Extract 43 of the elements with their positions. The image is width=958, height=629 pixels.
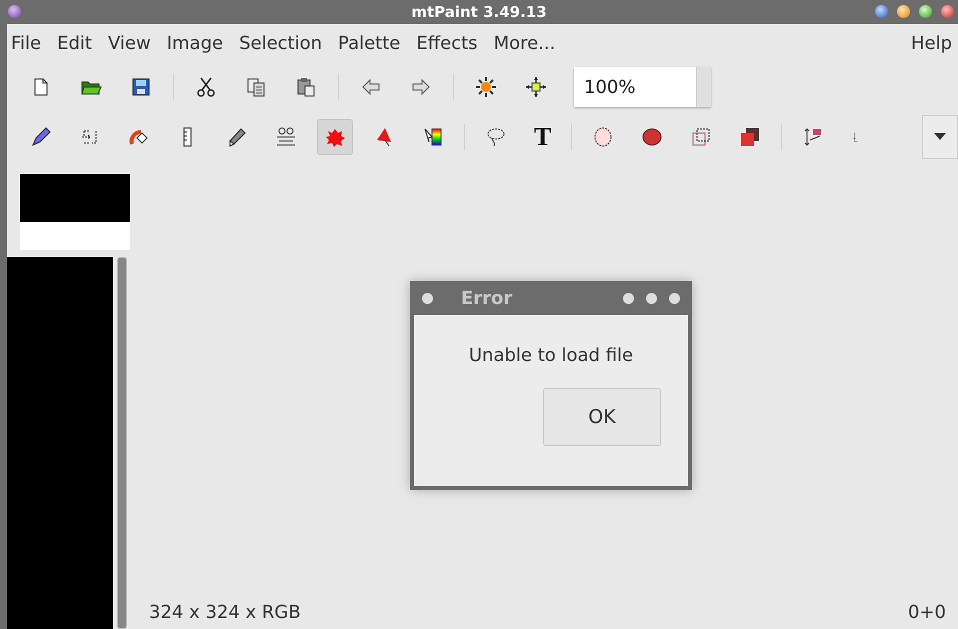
menu-item[interactable]: Image <box>166 32 224 54</box>
minimize-icon[interactable] <box>623 292 634 304</box>
sun-icon[interactable] <box>475 76 497 98</box>
maximize-icon[interactable] <box>646 292 657 304</box>
menu-item[interactable]: Effects <box>416 32 478 54</box>
paste-icon[interactable] <box>295 76 317 98</box>
menu-item[interactable]: More... <box>494 32 556 54</box>
four-arrows-icon[interactable] <box>525 76 547 98</box>
maximize-icon[interactable] <box>919 5 932 18</box>
left-arrow-icon[interactable] <box>360 76 382 98</box>
dialog-title: Error <box>461 288 512 308</box>
window-menu-icon[interactable] <box>422 292 433 304</box>
image-info: 324 x 324 x RGB <box>149 602 301 623</box>
minimize-icon[interactable] <box>897 5 910 18</box>
menu-item[interactable]: View <box>108 32 151 54</box>
ellipse-filled-icon[interactable] <box>641 126 664 148</box>
window-title: mtPaint 3.49.13 <box>411 3 547 21</box>
square-filled-icon[interactable] <box>739 126 762 148</box>
caret-icon <box>934 133 946 141</box>
right-arrow-icon[interactable] <box>410 76 432 98</box>
menu-item[interactable]: Edit <box>57 32 92 54</box>
window-menu-icon[interactable] <box>8 5 21 18</box>
scrollbar[interactable] <box>117 257 127 629</box>
ok-button[interactable]: OK <box>543 388 661 446</box>
scissors-icon[interactable] <box>195 76 217 98</box>
lasso-icon[interactable] <box>485 126 507 148</box>
gradient-icon[interactable] <box>422 126 444 148</box>
color-swatch[interactable] <box>20 174 130 250</box>
ellipse-outline-icon[interactable] <box>592 126 614 148</box>
shade-icon[interactable] <box>875 5 888 18</box>
error-message: Unable to load file <box>468 345 634 366</box>
square-outline-icon[interactable] <box>690 126 712 148</box>
cursor-coordinates: 0+0 <box>908 602 946 623</box>
menu-item[interactable]: Help <box>910 32 952 54</box>
close-icon[interactable] <box>941 5 954 18</box>
pencil-icon[interactable] <box>30 126 52 148</box>
menu-item[interactable]: Selection <box>239 32 322 54</box>
menu-item[interactable]: Palette <box>338 32 400 54</box>
menu-item[interactable]: File <box>11 32 42 54</box>
close-icon[interactable] <box>669 292 680 304</box>
overflow-button[interactable] <box>922 115 958 159</box>
copy-icon[interactable] <box>245 76 267 98</box>
text-tool-button[interactable]: T <box>527 119 558 155</box>
